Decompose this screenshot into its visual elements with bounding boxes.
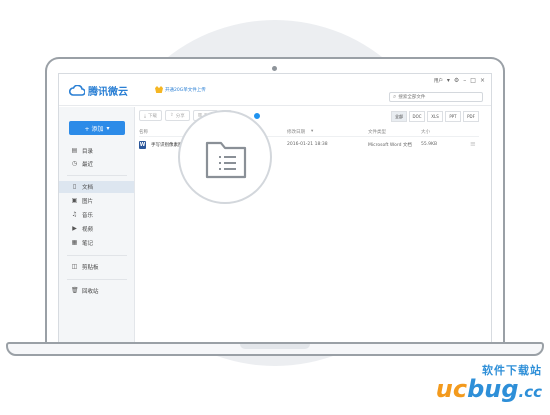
download-icon: ⤓ <box>144 113 146 119</box>
trash-icon: 🗑 <box>71 287 79 294</box>
app-window: 腾讯微云 开通20G单文件上传 用户 ▾ ⚙ – □ × ⌕ + 添加 ▾ ▤ … <box>58 73 492 345</box>
sidebar-item-images[interactable]: ▣ 图片 <box>59 195 134 207</box>
file-type: Microsoft Word 文档 <box>368 143 412 148</box>
music-icon: ♫ <box>71 211 78 218</box>
file-type-filters: 全部 DOC XLS PPT PDF <box>391 111 479 122</box>
laptop-notch <box>240 344 310 349</box>
sidebar-item-recycle-bin[interactable]: 🗑 回收站 <box>59 285 134 297</box>
sidebar-item-clipboard[interactable]: ◫ 剪贴板 <box>59 261 134 273</box>
sidebar-item-label: 目录 <box>82 149 94 155</box>
sidebar-item-label: 文档 <box>82 185 94 191</box>
laptop-camera <box>272 66 277 71</box>
sidebar-item-label: 图片 <box>82 199 94 205</box>
logo-text: 腾讯微云 <box>88 87 128 98</box>
download-label: 下载 <box>148 113 157 119</box>
document-icon: ▯ <box>72 183 77 190</box>
list-icon: ▤ <box>71 147 78 154</box>
dropdown-chevron-icon[interactable]: ▾ <box>447 77 450 84</box>
filter-pdf[interactable]: PDF <box>463 111 479 122</box>
sidebar-item-documents[interactable]: ▯ 文档 <box>59 181 134 193</box>
filter-all[interactable]: 全部 <box>391 111 407 122</box>
vip-upgrade-link[interactable]: 开通20G单文件上传 <box>155 86 206 93</box>
window-controls: 用户 ▾ ⚙ – □ × <box>434 77 485 84</box>
cloud-logo-icon <box>69 85 85 96</box>
download-button[interactable]: ⤓ 下载 <box>139 110 162 121</box>
folder-document-icon <box>205 141 247 179</box>
divider <box>67 279 127 280</box>
logo: 腾讯微云 <box>69 83 128 98</box>
clipboard-icon: ◫ <box>71 263 78 270</box>
watermark-brand-right: bug <box>467 375 519 403</box>
sidebar-item-label: 笔记 <box>82 241 94 247</box>
filter-ppt[interactable]: PPT <box>445 111 461 122</box>
sidebar-item-label: 最近 <box>82 162 94 168</box>
sidebar-item-directory[interactable]: ▤ 目录 <box>59 145 134 157</box>
sort-arrow-icon: ▾ <box>311 129 314 134</box>
file-size: 55.9KB <box>421 142 438 147</box>
column-header-modified[interactable]: 修改日期 <box>287 129 305 135</box>
vip-text: 开通20G单文件上传 <box>165 87 206 93</box>
search-box[interactable]: ⌕ <box>389 92 483 102</box>
video-icon: ▶ <box>72 225 77 232</box>
watermark-brand-suffix: .cc <box>518 383 542 401</box>
sidebar-item-label: 视频 <box>82 227 94 233</box>
column-header-type[interactable]: 文件类型 <box>368 129 386 135</box>
user-name[interactable]: 用户 <box>434 78 443 84</box>
sidebar: + 添加 ▾ ▤ 目录 ◷ 最近 ▯ 文档 ▣ 图片 ♫ 音乐 ▶ 视频 ▦ 笔… <box>59 107 135 344</box>
search-input[interactable] <box>398 93 479 101</box>
image-icon: ▣ <box>71 197 78 204</box>
sidebar-item-music[interactable]: ♫ 音乐 <box>59 209 134 221</box>
column-header-name[interactable]: 名称 <box>139 129 148 135</box>
chevron-down-icon: ▾ <box>106 124 110 132</box>
column-header-size[interactable]: 大小 <box>421 129 430 135</box>
file-modified: 2016-01-21 18:38 <box>287 142 328 147</box>
close-icon[interactable]: × <box>480 77 485 84</box>
minimize-icon[interactable]: – <box>463 77 466 84</box>
filter-doc[interactable]: DOC <box>409 111 425 122</box>
divider <box>67 175 127 176</box>
share-button[interactable]: ⇪ 分享 <box>165 110 190 121</box>
progress-dot <box>252 111 262 121</box>
add-button[interactable]: + 添加 ▾ <box>69 121 125 135</box>
divider <box>67 255 127 256</box>
sidebar-item-recent[interactable]: ◷ 最近 <box>59 158 134 170</box>
sidebar-item-label: 音乐 <box>82 213 94 219</box>
share-label: 分享 <box>175 113 185 119</box>
clock-icon: ◷ <box>71 160 78 167</box>
sidebar-item-label: 剪贴板 <box>82 265 99 271</box>
watermark: 软件下载站 ucbug.cc <box>436 362 542 403</box>
sidebar-item-notes[interactable]: ▦ 笔记 <box>59 237 134 249</box>
maximize-icon[interactable]: □ <box>470 77 476 84</box>
settings-gear-icon[interactable]: ⚙ <box>454 77 459 84</box>
sidebar-item-video[interactable]: ▶ 视频 <box>59 223 134 235</box>
watermark-brand: ucbug.cc <box>435 375 542 403</box>
watermark-brand-left: uc <box>435 375 468 403</box>
share-icon: ⇪ <box>170 113 174 118</box>
note-icon: ▦ <box>71 239 78 246</box>
more-actions-icon[interactable]: ≡ <box>470 140 476 148</box>
add-label: + 添加 <box>84 125 104 133</box>
filter-xls[interactable]: XLS <box>427 111 443 122</box>
search-icon: ⌕ <box>393 93 397 100</box>
crown-icon <box>155 86 163 93</box>
word-file-icon: W <box>139 141 146 149</box>
app-header: 腾讯微云 开通20G单文件上传 用户 ▾ ⚙ – □ × ⌕ <box>59 74 491 106</box>
sidebar-item-label: 回收站 <box>82 289 99 295</box>
